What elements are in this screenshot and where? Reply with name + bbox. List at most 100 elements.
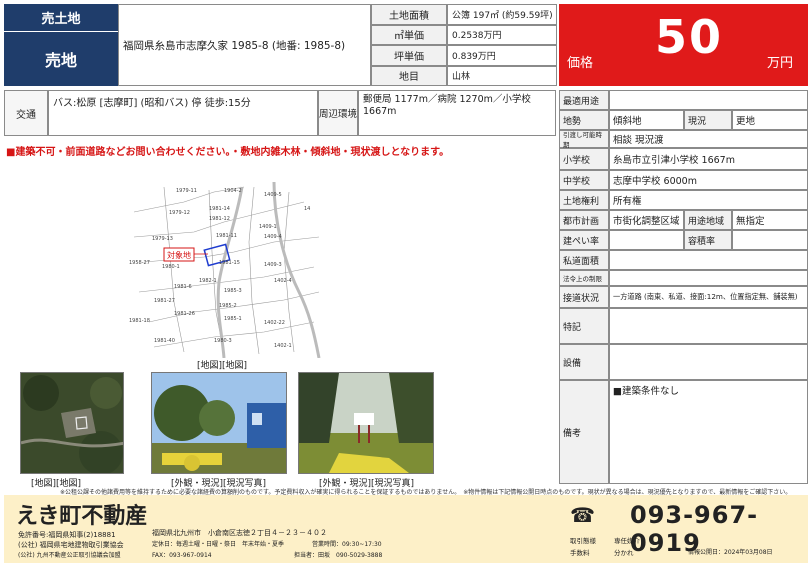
remarks-label: 備考 (559, 380, 609, 484)
fee-value: 分かれ (614, 549, 634, 557)
association-2: (公社) 九州不動産公正取引協議会加盟 (18, 552, 121, 559)
facilities-value (609, 344, 808, 380)
parcel-number: 1979-11 (176, 188, 197, 194)
business-hours: 営業時間：09:30~17:30 (312, 541, 382, 548)
fax-number: FAX：093-967-0914 (152, 552, 212, 559)
elementary-label: 小学校 (559, 148, 609, 170)
phone-icon: ☎ (570, 503, 595, 527)
land-rights-label: 土地権利 (559, 190, 609, 210)
price-unit: 万円 (767, 56, 794, 71)
land-category-label: 地目 (371, 65, 447, 86)
published-date: 情報公開日：2024年03月08日 (688, 549, 773, 556)
parcel-number: 1985-2 (219, 303, 237, 309)
target-label: 対象地 (167, 250, 191, 260)
property-subtype: 売地 (44, 51, 77, 70)
parcel-number: 1982-1 (199, 278, 217, 284)
private-road-value (609, 250, 808, 270)
warning-notice: ■建築不可・前面道路などお問い合わせください。・敷地内雑木林・傾斜地・現状渡しと… (6, 147, 450, 158)
use-zone-label: 用途地域 (684, 210, 732, 230)
property-type-box: 売土地 売地 (4, 4, 118, 86)
parcel-number: 1402-4 (274, 278, 292, 284)
parcel-number: 1981-15 (219, 260, 240, 266)
road-access-value: 一方道路 (南東、私道、接面:12m、位置指定無、舗装無) (609, 286, 808, 308)
parcel-number: 1979-13 (152, 236, 173, 242)
applicable-law-label: 最適用途 (559, 90, 609, 110)
parcel-number: 1904-2 (224, 188, 242, 194)
parcel-number: 1981-26 (174, 311, 195, 317)
parcel-number: 1958-27 (129, 260, 150, 266)
property-address: 福岡県糸島市志摩久家 1985-8 (地番: 1985-8) (118, 4, 371, 86)
exterior-photo-2 (298, 372, 434, 474)
map-caption: [地図][地図] (197, 361, 248, 371)
environment-label: 周辺環境 (318, 90, 358, 136)
delivery-value: 相談 現況渡 (609, 130, 808, 148)
footer: えき町不動産 免許番号:福岡県知事(2)18881 (公社) 福岡県宅地建物取引… (4, 495, 808, 563)
sqm-price-label: ㎡単価 (371, 24, 447, 45)
price-label: 価格 (567, 56, 594, 71)
delivery-label: 引渡し可能時期 (559, 130, 609, 149)
parcel-number: 1409-3 (264, 262, 282, 268)
transaction-label: 取引態様 (570, 537, 596, 545)
company-name: えき町不動産 (16, 504, 148, 529)
junior-high-value: 志摩中学校 6000m (609, 170, 808, 190)
facilities-label: 設備 (559, 344, 609, 380)
legal-limits-value (609, 270, 808, 286)
legal-limits-label: 法令上の制限 (559, 270, 609, 286)
floor-ratio-label: 容積率 (684, 230, 732, 250)
association-1: (公社) 福岡県宅地建物取引業協会 (18, 541, 124, 549)
parcel-number: 1409-4 (264, 234, 282, 240)
parcel-number: 1981-40 (154, 338, 175, 344)
sqm-price-value: 0.2538万円 (447, 24, 557, 45)
parcel-number: 1981-18 (129, 318, 150, 324)
holidays: 定休日：毎週土曜・日曜・祭日 年末年始・夏季 (152, 541, 285, 548)
city-planning-label: 都市計画 (559, 210, 609, 230)
terrain-value: 傾斜地 (609, 110, 684, 130)
land-rights-value: 所有権 (609, 190, 808, 210)
features-label: 特記 (559, 308, 609, 344)
parcel-number: 1981-11 (216, 233, 237, 239)
parcel-number: 1409-5 (264, 192, 282, 198)
fee-label: 手数料 (570, 549, 590, 557)
coverage-value (609, 230, 684, 250)
tsubo-price-value: 0.839万円 (447, 45, 557, 66)
price-box: 価格 50 万円 (559, 4, 808, 86)
property-category: 売土地 (4, 4, 118, 32)
elementary-value: 糸島市立引津小学校 1667m (609, 148, 808, 170)
features-value (609, 308, 808, 344)
city-planning-value: 市街化調整区域 (609, 210, 684, 230)
parcel-number: 1981-12 (209, 216, 230, 222)
land-area-label: 土地面積 (371, 4, 447, 25)
coverage-label: 建ぺい率 (559, 230, 609, 250)
parcel-number: 1402-1 (274, 343, 292, 349)
price-amount: 50 (655, 10, 724, 64)
parcel-number: 1980-3 (214, 338, 232, 344)
junior-high-label: 中学校 (559, 170, 609, 190)
road-access-label: 接道状況 (559, 286, 609, 308)
current-state-value: 更地 (732, 110, 808, 130)
use-zone-value: 無指定 (732, 210, 808, 230)
aerial-photo (20, 372, 124, 474)
current-state-label: 現況 (684, 110, 732, 130)
exterior-photo-1 (151, 372, 287, 474)
parcel-number: 1981-14 (209, 206, 230, 212)
remarks-value: ■建築条件なし (609, 380, 808, 484)
parcel-number: 1979-12 (169, 210, 190, 216)
parcel-number: 1402-22 (264, 320, 285, 326)
applicable-law-value (609, 90, 808, 110)
environment-value: 郵便局 1177m／病院 1270m／小学校 1667m (358, 90, 556, 136)
land-category-value: 山林 (447, 65, 557, 86)
tsubo-price-label: 坪単価 (371, 45, 447, 66)
land-area-value: 公簿 197㎡ (約59.59坪) (447, 4, 557, 25)
parcel-number: 1985-1 (224, 316, 242, 322)
parcel-number: 1981-27 (154, 298, 175, 304)
license-number: 免許番号:福岡県知事(2)18881 (18, 531, 116, 539)
staff-contact: 担当者：田坂 090-5029-3888 (294, 552, 383, 559)
transaction-value: 専任媒介 (614, 537, 640, 545)
parcel-number: 1409-1 (259, 224, 277, 230)
floor-ratio-value (732, 230, 808, 250)
terrain-label: 地勢 (559, 110, 609, 130)
private-road-label: 私道面積 (559, 250, 609, 270)
traffic-value: バス:松原 [志摩町] (昭和バス) 停 徒歩:15分 (48, 90, 318, 136)
parcel-map: 対象地 1979-11 1904-2 1409-5 1979-12 1981-14 198… (124, 182, 324, 358)
parcel-number: 14 (304, 206, 310, 212)
